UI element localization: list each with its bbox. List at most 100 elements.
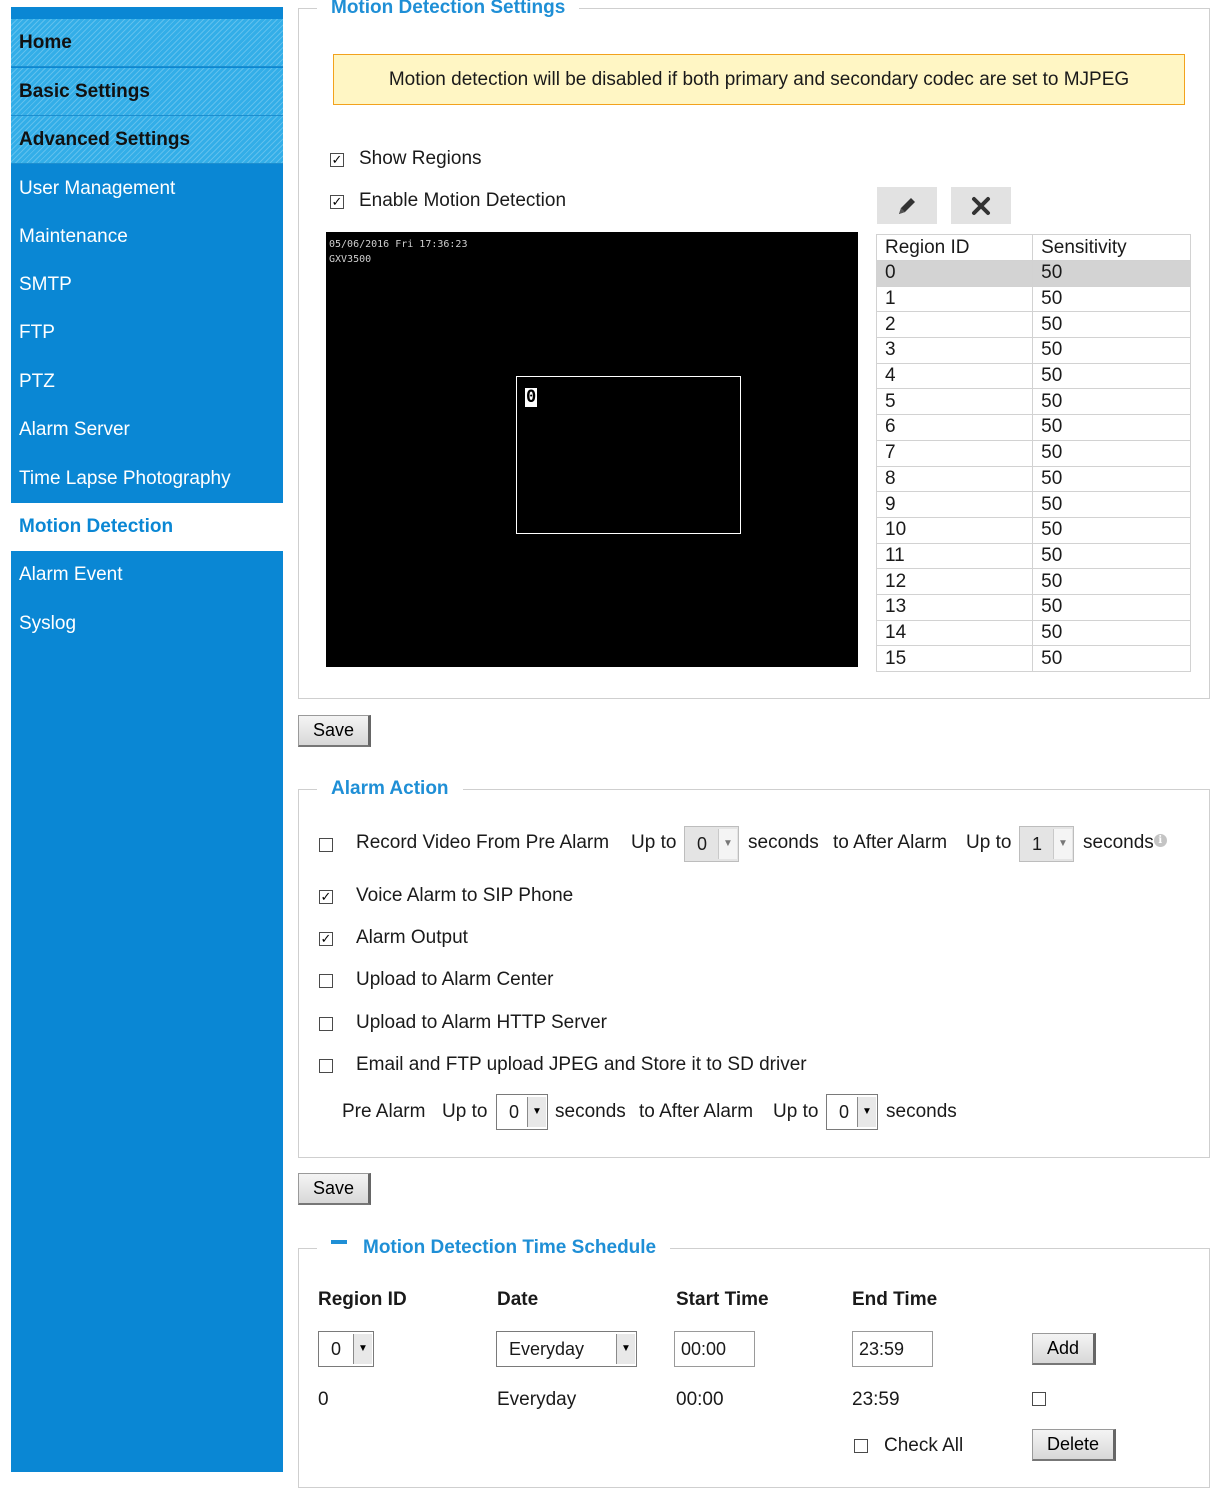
pencil-icon [899,197,915,214]
alarm-output-checkbox[interactable]: ✓ [319,932,333,946]
record-post-value: 1 [1032,834,1043,854]
region-row[interactable]: 1 50 [875,285,1191,313]
sidebar-item-user-management[interactable]: User Management [11,165,283,213]
schedule-date-select[interactable]: Everyday ▼ [496,1331,637,1367]
sidebar-item-time-lapse[interactable]: Time Lapse Photography [11,455,283,503]
region-row[interactable]: 13 50 [875,593,1191,621]
sensitivity-cell: 50 [1032,568,1191,595]
schedule-row-start: 00:00 [676,1389,724,1410]
schedule-panel: Motion Detection Time Schedule Region ID… [298,1237,1210,1488]
region-row[interactable]: 11 50 [875,542,1191,570]
pre-alarm-after-label: to After Alarm [639,1101,754,1122]
record-video-checkbox[interactable] [319,838,333,852]
enable-motion-checkbox[interactable]: ✓ [330,195,344,209]
sensitivity-cell: 50 [1032,465,1191,493]
http-server-checkbox[interactable] [319,1017,333,1031]
sidebar-item-motion-detection[interactable]: Motion Detection [11,503,283,551]
region-row[interactable]: 7 50 [875,439,1191,467]
schedule-end-input[interactable]: 23:59 [852,1331,933,1367]
schedule-row-checkbox[interactable] [1032,1392,1046,1406]
pre-alarm-seconds-label: seconds [555,1101,626,1122]
sidebar-item-ftp[interactable]: FTP [11,309,283,357]
voice-sip-checkbox[interactable]: ✓ [319,890,333,904]
sensitivity-cell: 50 [1032,645,1191,672]
region-id-cell: 4 [875,362,1034,390]
region-row[interactable]: 8 50 [875,465,1191,493]
pre-alarm-select[interactable]: 0 ▼ [496,1094,548,1130]
sidebar-item-smtp[interactable]: SMTP [11,261,283,309]
schedule-region-header: Region ID [318,1289,407,1310]
video-timestamp: 05/06/2016 Fri 17:36:23 [329,239,468,250]
schedule-title-wrap[interactable]: Motion Detection Time Schedule [317,1237,671,1259]
show-regions-checkbox[interactable]: ✓ [330,153,344,167]
pre-alarm-label: Pre Alarm [342,1101,426,1122]
region-row[interactable]: 4 50 [875,362,1191,390]
region-row[interactable]: 5 50 [875,388,1191,416]
schedule-row-region: 0 [318,1389,329,1410]
sensitivity-header: Sensitivity [1032,234,1191,261]
record-post-select[interactable]: 1 ▼ [1019,826,1074,862]
region-row[interactable]: 9 50 [875,491,1191,518]
record-up-to2-label: Up to [966,832,1012,853]
sensitivity-cell: 50 [1032,388,1191,416]
enable-motion-label: Enable Motion Detection [359,190,567,211]
sidebar-item-ptz[interactable]: PTZ [11,358,283,406]
region-row[interactable]: 2 50 [875,311,1191,339]
region-id-cell: 15 [875,645,1034,672]
region-row[interactable]: 15 50 [875,645,1191,672]
schedule-row-date: Everyday [497,1389,577,1410]
region-row[interactable]: 0 50 [875,260,1191,287]
alarm-center-checkbox[interactable] [319,974,333,988]
record-after-label: to After Alarm [833,832,948,853]
motion-settings-panel: Motion Detection Settings Motion detecti… [298,0,1210,699]
region-row[interactable]: 6 50 [875,414,1191,441]
motion-region-box[interactable]: 0 [516,376,741,534]
pre-alarm-up-to2-label: Up to [773,1101,819,1122]
region-row[interactable]: 12 50 [875,568,1191,595]
mjpeg-notice: Motion detection will be disabled if bot… [333,54,1185,105]
region-id-cell: 0 [875,260,1034,287]
schedule-start-header: Start Time [676,1289,769,1310]
schedule-row-end: 23:59 [852,1389,900,1410]
http-server-label: Upload to Alarm HTTP Server [356,1012,607,1033]
save-alarm-button[interactable]: Save [298,1173,372,1205]
delete-region-button[interactable] [951,187,1011,224]
region-row[interactable]: 3 50 [875,337,1191,364]
post-alarm-select[interactable]: 0 ▼ [826,1094,878,1130]
minus-icon[interactable] [331,1239,347,1244]
region-row[interactable]: 14 50 [875,619,1191,647]
sidebar-item-alarm-server[interactable]: Alarm Server [11,406,283,454]
record-pre-select[interactable]: 0 ▼ [684,826,739,862]
region-id-header: Region ID [875,234,1034,261]
schedule-add-button[interactable]: Add [1032,1333,1097,1365]
sidebar-item-advanced-settings[interactable]: Advanced Settings [11,116,283,164]
record-seconds2-label: seconds i [1083,832,1167,854]
sidebar-item-syslog[interactable]: Syslog [11,600,283,648]
schedule-delete-button[interactable]: Delete [1032,1429,1117,1461]
schedule-region-select[interactable]: 0 ▼ [318,1331,374,1367]
check-all-label: Check All [884,1435,964,1456]
sidebar-item-alarm-event[interactable]: Alarm Event [11,551,283,599]
schedule-title: Motion Detection Time Schedule [363,1237,657,1258]
sensitivity-cell: 50 [1032,311,1191,339]
schedule-start-input[interactable]: 00:00 [674,1331,755,1367]
info-icon[interactable]: i [1153,834,1167,847]
region-row[interactable]: 10 50 [875,516,1191,544]
sensitivity-cell: 50 [1032,439,1191,467]
record-seconds-label: seconds [748,832,819,853]
save-motion-button[interactable]: Save [298,715,372,747]
region-id-cell: 7 [875,439,1034,467]
sensitivity-cell: 50 [1032,260,1191,287]
chevron-down-icon: ▼ [718,829,737,859]
sidebar-item-home[interactable]: Home [11,19,283,67]
email-ftp-checkbox[interactable] [319,1059,333,1073]
sidebar-item-maintenance[interactable]: Maintenance [11,213,283,261]
alarm-action-panel: Alarm Action Record Video From Pre Alarm… [298,778,1210,1158]
sidebar-item-basic-settings[interactable]: Basic Settings [11,68,283,116]
post-alarm-seconds-label: seconds [886,1101,957,1122]
check-all-checkbox[interactable] [854,1439,868,1453]
video-preview[interactable]: 05/06/2016 Fri 17:36:23 GXV3500 0 [326,232,858,667]
edit-region-button[interactable] [877,187,937,224]
record-pre-value: 0 [697,834,708,854]
record-up-to-label: Up to [631,832,677,853]
